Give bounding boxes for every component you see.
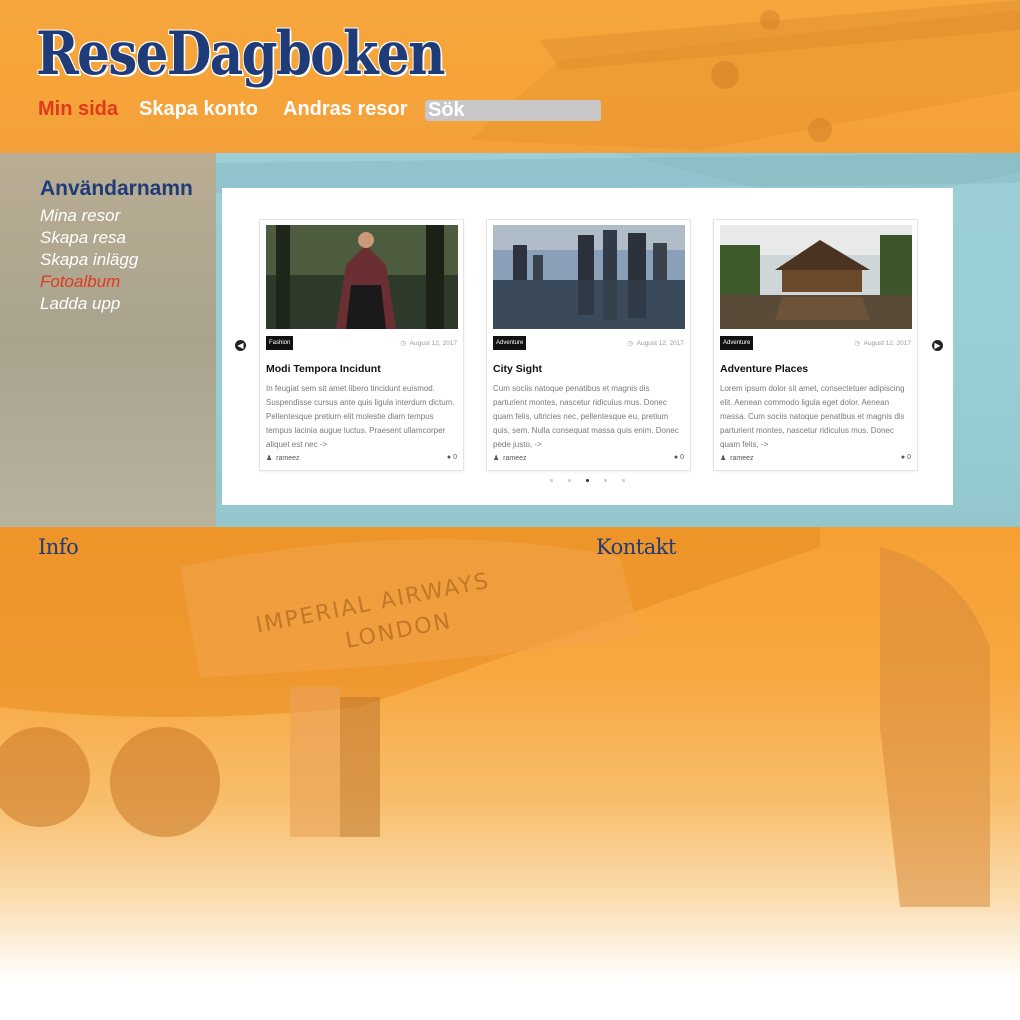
post-card[interactable]: Adventure ◷ August 12, 2017 Adventure Pl… xyxy=(714,220,917,470)
comment-icon: ● xyxy=(673,454,679,461)
user-icon: ♟ xyxy=(493,455,500,462)
sidebar-item-skapa-inlagg[interactable]: Skapa inlägg xyxy=(40,249,193,271)
clock-icon: ◷ xyxy=(400,340,407,347)
carousel-dot[interactable] xyxy=(550,479,553,482)
user-icon: ♟ xyxy=(266,455,273,462)
carousel-dot[interactable] xyxy=(622,479,625,482)
post-author[interactable]: ♟ rameez xyxy=(493,454,527,462)
post-date: ◷ August 12, 2017 xyxy=(854,339,911,347)
comment-count: 0 xyxy=(680,454,684,461)
footer-contact-link[interactable]: Kontakt xyxy=(596,535,676,559)
tag-badge[interactable]: Adventure xyxy=(493,336,527,350)
post-carousel: ◀ ▶ Fashion ◷ August 12, 2017 Modi Tempo… xyxy=(222,188,953,505)
chevron-right-icon[interactable]: ▶ xyxy=(932,340,943,351)
nav-andras-resor[interactable]: Andras resor xyxy=(283,98,408,121)
post-card[interactable]: Fashion ◷ August 12, 2017 Modi Tempora I… xyxy=(260,220,463,470)
comment-count: 0 xyxy=(907,454,911,461)
post-date-text: August 12, 2017 xyxy=(636,340,684,347)
sidebar-item-fotoalbum[interactable]: Fotoalbum xyxy=(40,271,193,293)
search-input[interactable] xyxy=(425,100,601,121)
post-title[interactable]: City Sight xyxy=(493,363,542,375)
user-icon: ♟ xyxy=(720,455,727,462)
post-date: ◷ August 12, 2017 xyxy=(400,339,457,347)
card-image-fashion[interactable] xyxy=(266,225,458,329)
post-excerpt: Lorem ipsum dolor sit amet, consectetuer… xyxy=(720,384,905,449)
card-image-adventure[interactable] xyxy=(720,225,912,329)
tag-badge[interactable]: Fashion xyxy=(266,336,294,350)
clock-icon: ◷ xyxy=(854,340,861,347)
post-author[interactable]: ♟ rameez xyxy=(266,454,300,462)
post-comments[interactable]: ● 0 xyxy=(674,454,684,461)
post-comments[interactable]: ● 0 xyxy=(447,454,457,461)
post-excerpt: In feugiat sem sit amet libero tincidunt… xyxy=(266,384,455,449)
post-author-text: rameez xyxy=(503,455,527,462)
post-comments[interactable]: ● 0 xyxy=(901,454,911,461)
post-title[interactable]: Modi Tempora Incidunt xyxy=(266,363,381,375)
sidebar-item-skapa-resa[interactable]: Skapa resa xyxy=(40,227,193,249)
card-image-city[interactable] xyxy=(493,225,685,329)
footer-background: IMPERIAL AIRWAYS LONDON xyxy=(0,527,1020,1020)
post-card[interactable]: Adventure ◷ August 12, 2017 City Sight C… xyxy=(487,220,690,470)
carousel-dot[interactable] xyxy=(568,479,571,482)
comment-count: 0 xyxy=(453,454,457,461)
post-date-text: August 12, 2017 xyxy=(409,340,457,347)
comment-icon: ● xyxy=(900,454,906,461)
nav-skapa-konto[interactable]: Skapa konto xyxy=(139,98,258,121)
clock-icon: ◷ xyxy=(627,340,634,347)
username-heading: Användarnamn xyxy=(40,177,193,200)
nav-min-sida[interactable]: Min sida xyxy=(38,98,118,121)
carousel-dot[interactable] xyxy=(586,479,589,482)
sidebar: Användarnamn Mina resor Skapa resa Skapa… xyxy=(40,177,193,315)
post-title[interactable]: Adventure Places xyxy=(720,363,808,375)
post-author-text: rameez xyxy=(276,455,300,462)
post-date-text: August 12, 2017 xyxy=(863,340,911,347)
comment-icon: ● xyxy=(446,454,452,461)
site-logo[interactable]: ReseDagboken xyxy=(36,24,446,84)
sidebar-item-ladda-upp[interactable]: Ladda upp xyxy=(40,293,193,315)
post-author-text: rameez xyxy=(730,455,754,462)
post-excerpt: Cum sociis natoque penatibus et magnis d… xyxy=(493,384,679,449)
tag-badge[interactable]: Adventure xyxy=(720,336,754,350)
post-date: ◷ August 12, 2017 xyxy=(627,339,684,347)
footer-info-link[interactable]: Info xyxy=(38,535,79,559)
carousel-dot[interactable] xyxy=(604,479,607,482)
imperial-airways-illustration: IMPERIAL AIRWAYS LONDON xyxy=(0,527,990,907)
chevron-left-icon[interactable]: ◀ xyxy=(235,340,246,351)
post-author[interactable]: ♟ rameez xyxy=(720,454,754,462)
sidebar-item-mina-resor[interactable]: Mina resor xyxy=(40,205,193,227)
